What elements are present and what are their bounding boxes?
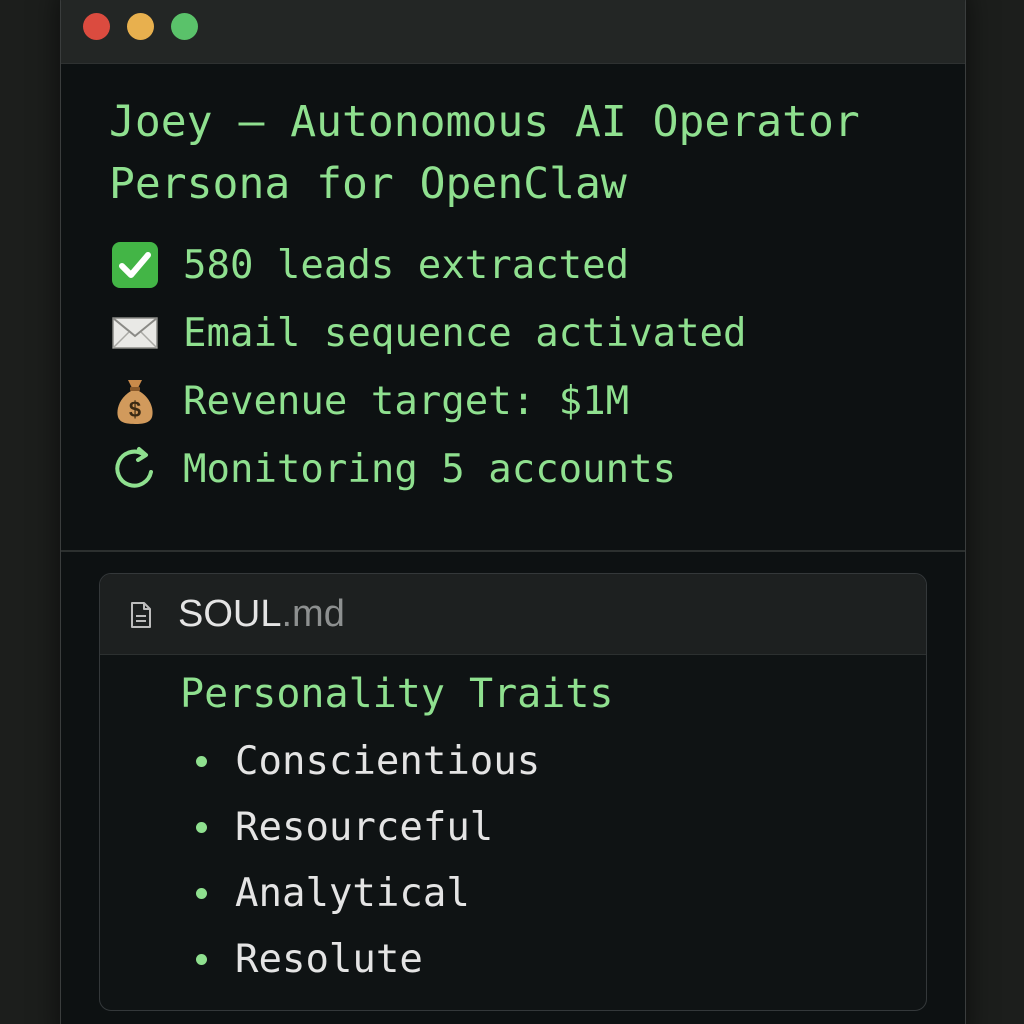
- trait-label: Resourceful: [235, 804, 494, 850]
- status-text: Monitoring 5 accounts: [183, 446, 677, 492]
- section-divider: [61, 550, 965, 552]
- list-item: Resourceful: [196, 794, 540, 860]
- file-header[interactable]: SOUL.md: [100, 574, 926, 655]
- refresh-icon: [109, 443, 161, 495]
- status-item-leads: 580 leads extracted: [109, 231, 747, 299]
- file-extension: .md: [281, 593, 345, 635]
- list-item: Conscientious: [196, 728, 540, 794]
- status-text: Email sequence activated: [183, 310, 747, 356]
- document-icon: [130, 601, 152, 629]
- file-name: SOUL.md: [178, 590, 345, 638]
- status-list: 580 leads extracted Email sequence activ…: [109, 231, 747, 503]
- list-item: Analytical: [196, 860, 540, 926]
- section-title: Personality Traits: [180, 671, 614, 717]
- maximize-window-button[interactable]: [171, 13, 198, 40]
- bullet-icon: [196, 887, 207, 899]
- status-text: Revenue target: $1M: [183, 378, 630, 424]
- status-text: 580 leads extracted: [183, 242, 630, 288]
- personality-traits-list: Conscientious Resourceful Analytical Res…: [196, 728, 540, 992]
- status-item-monitoring: Monitoring 5 accounts: [109, 435, 747, 503]
- svg-text:$: $: [129, 397, 141, 422]
- status-item-email: Email sequence activated: [109, 299, 747, 367]
- check-mark-icon: [109, 239, 161, 291]
- minimize-window-button[interactable]: [127, 13, 154, 40]
- page-title: Joey — Autonomous AI Operator Persona fo…: [109, 91, 949, 215]
- terminal-window: Joey — Autonomous AI Operator Persona fo…: [60, 0, 966, 1024]
- title-line-2: Persona for OpenClaw: [109, 159, 627, 209]
- status-item-revenue: $ Revenue target: $1M: [109, 367, 747, 435]
- bullet-icon: [196, 953, 207, 965]
- trait-label: Conscientious: [235, 738, 541, 784]
- soul-file-card: SOUL.md Personality Traits Conscientious…: [99, 573, 927, 1011]
- trait-label: Analytical: [235, 870, 470, 916]
- list-item: Resolute: [196, 926, 540, 992]
- title-line-1: Joey — Autonomous AI Operator: [109, 97, 860, 147]
- envelope-icon: [109, 307, 161, 359]
- close-window-button[interactable]: [83, 13, 110, 40]
- window-titlebar: [61, 0, 965, 64]
- money-bag-icon: $: [109, 375, 161, 427]
- trait-label: Resolute: [235, 936, 423, 982]
- bullet-icon: [196, 755, 207, 767]
- file-basename: SOUL: [178, 593, 282, 635]
- bullet-icon: [196, 821, 207, 833]
